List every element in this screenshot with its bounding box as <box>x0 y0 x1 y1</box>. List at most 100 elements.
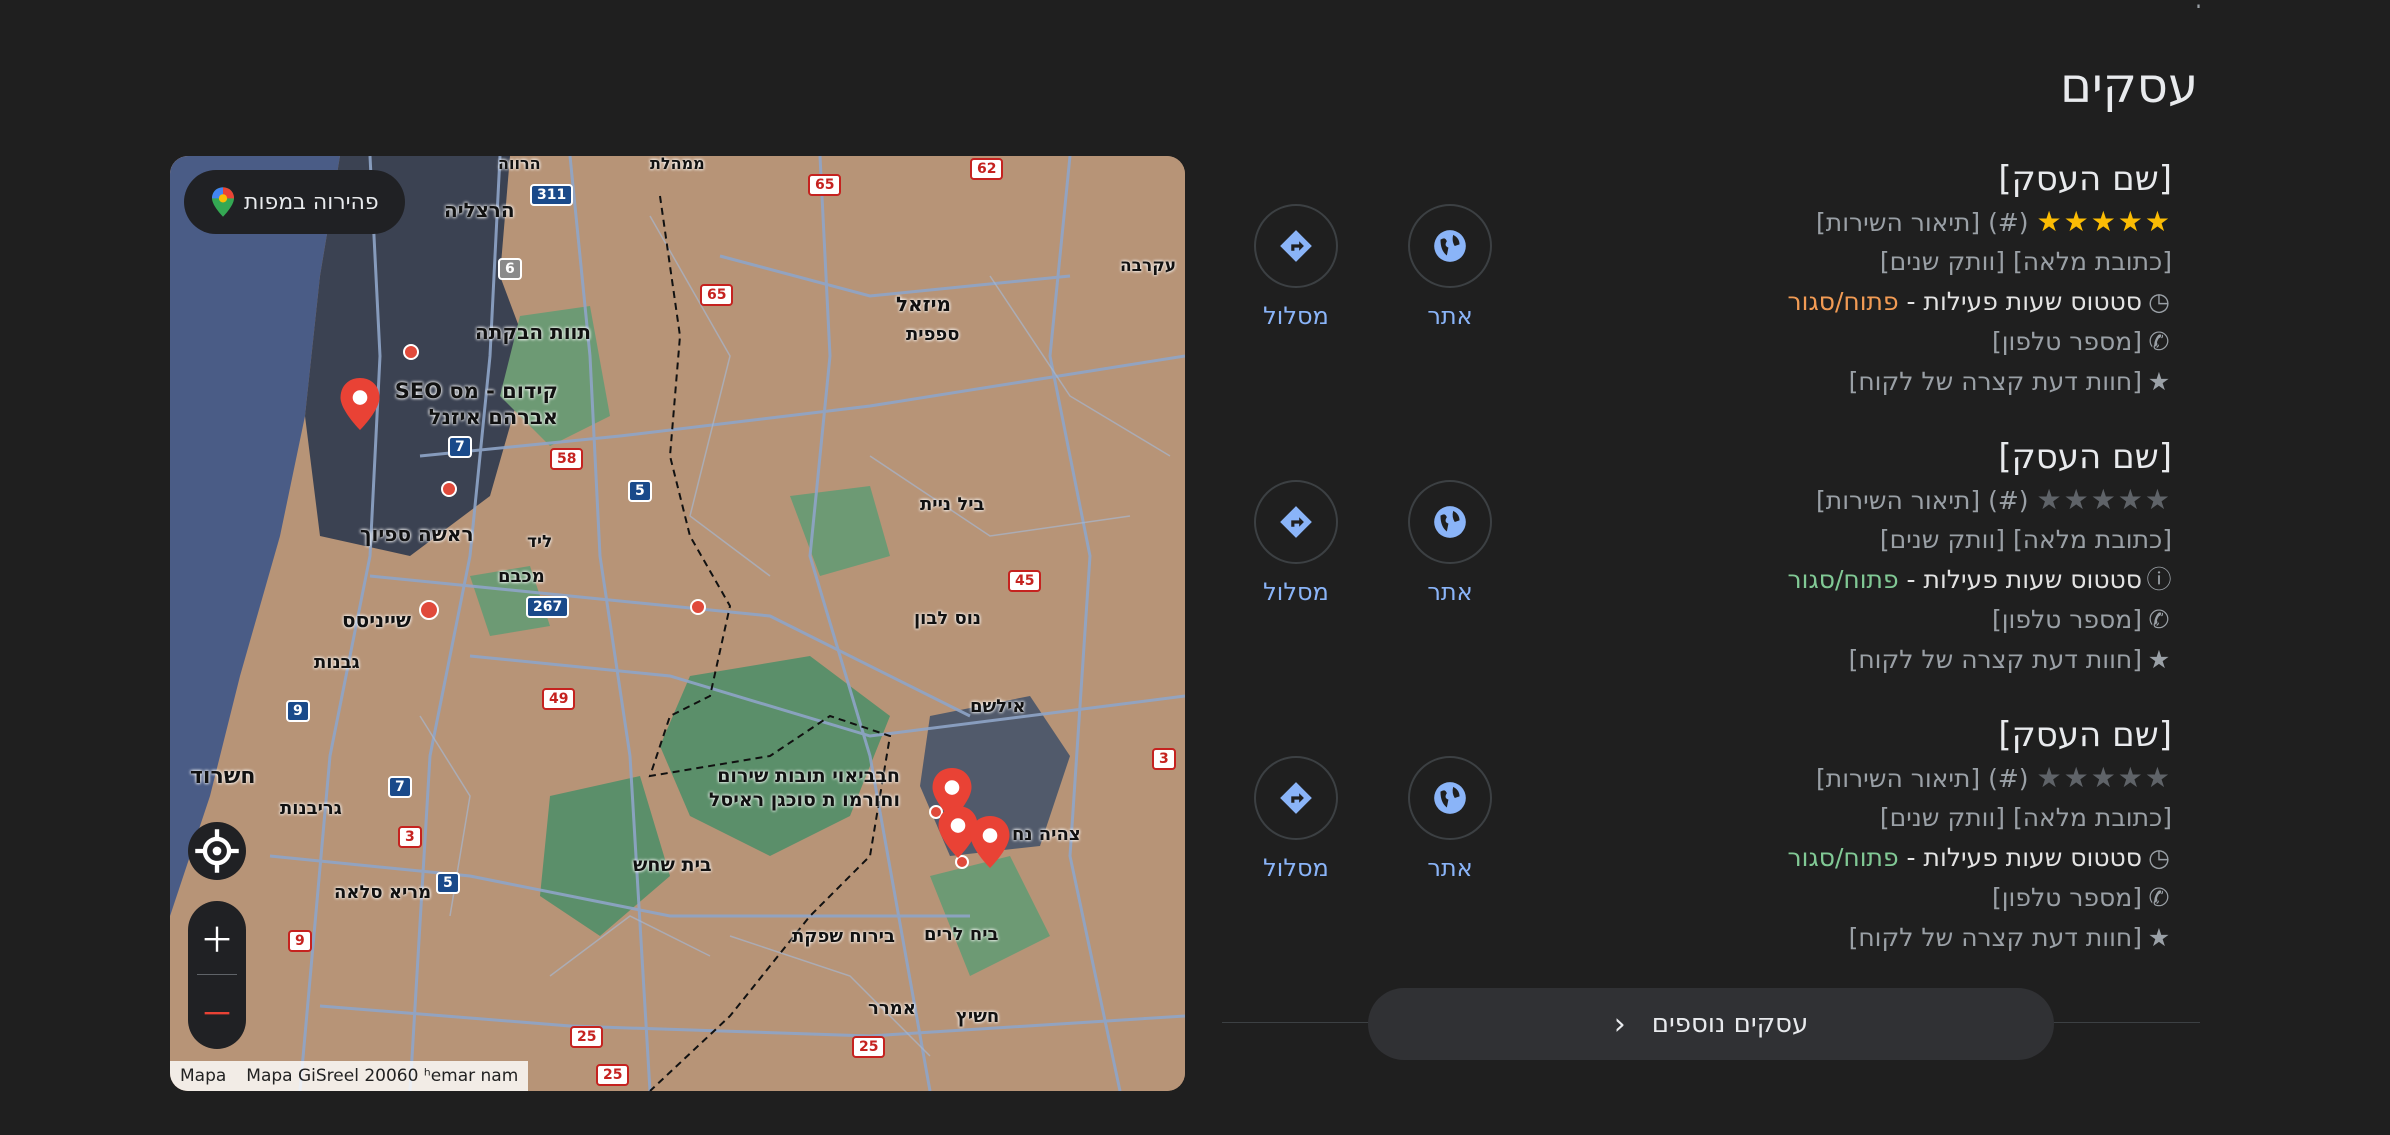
map[interactable]: הרווה ממהלת הרצליה תוות הבקתה קידום - מס… <box>170 156 1185 1091</box>
review-text: [חוות דעת קצרה של לקוח] <box>1848 367 2142 396</box>
review-row: ★[חוות דעת קצרה של לקוח] <box>1652 640 2172 680</box>
website-label: אתר <box>1427 302 1473 330</box>
more-businesses-button[interactable]: עסקים נוספים ‹ <box>1368 988 2054 1060</box>
hours-row: ◷סטטוס שעות פעילות - פתוח/סגור <box>1652 838 2172 878</box>
phone-row: ✆[מספר טלפון] <box>1652 600 2172 640</box>
star-icon: ★ <box>2147 923 2171 952</box>
zoom-out-button[interactable]: － <box>188 975 246 1048</box>
road-shield: 25 <box>596 1064 630 1086</box>
business-listing[interactable]: [שם העסק] ★★★★★ (#) [תיאור השירות] [כתוב… <box>1652 434 2172 680</box>
place-label: חבביאוי תובות שירום וחורמו ת סוכגן ראיסל <box>708 765 900 811</box>
road-shield: 5 <box>436 872 460 894</box>
directions-icon <box>1280 782 1312 814</box>
road-shield: 65 <box>700 284 734 306</box>
rating-text: (#) [תיאור השירות] <box>1816 486 2029 515</box>
clock-icon: ◷ <box>2148 843 2170 872</box>
place-label: בירוח שפקת <box>792 926 895 947</box>
phone-icon: ✆ <box>2148 883 2170 912</box>
phone-icon: ✆ <box>2148 327 2170 356</box>
business-name[interactable]: [שם העסק] <box>1652 434 2172 480</box>
website-button[interactable]: אתר <box>1402 480 1498 606</box>
road-shield: 58 <box>550 448 584 470</box>
road-shield: 9 <box>288 930 312 952</box>
star-icon: ★ <box>2147 645 2171 674</box>
place-label: קידום - מס SEO אברהם איזנל <box>394 379 558 429</box>
place-label: ראשה ספיוך <box>360 522 474 546</box>
business-name[interactable]: [שם העסק] <box>1652 712 2172 758</box>
place-label: אמרר <box>868 998 916 1019</box>
road-shield: 3 <box>1152 748 1176 770</box>
business-listing[interactable]: [שם העסק] ★★★★★ (#) [תיאור השירות] [כתוב… <box>1652 156 2172 402</box>
road-shield: 25 <box>852 1036 886 1058</box>
phone-number[interactable]: [מספר טלפון] <box>1992 605 2142 634</box>
place-label: נוס לבון <box>914 608 982 629</box>
website-button[interactable]: אתר <box>1402 204 1498 330</box>
place-label: מיזאל <box>896 292 952 316</box>
more-businesses-label: עסקים נוספים <box>1651 1009 1809 1039</box>
road-shield: 65 <box>808 174 842 196</box>
place-label: מריא סלאה <box>334 882 432 903</box>
place-label: הרווה <box>498 156 541 173</box>
listing-actions: מסלול אתר <box>1248 480 1492 630</box>
review-row: ★[חוות דעת קצרה של לקוח] <box>1652 918 2172 958</box>
place-label: חשיץ <box>956 1006 1000 1027</box>
route-label: מסלול <box>1263 302 1329 330</box>
route-label: מסלול <box>1263 578 1329 606</box>
road-shield: 49 <box>542 688 576 710</box>
info-icon: ⓘ <box>2146 565 2172 594</box>
directions-icon <box>1280 230 1312 262</box>
map-pin-icon[interactable] <box>970 816 1010 868</box>
route-button[interactable]: מסלול <box>1248 756 1344 882</box>
rating-row: ★★★★★ (#) [תיאור השירות] <box>1652 480 2172 520</box>
route-button[interactable]: מסלול <box>1248 480 1344 606</box>
top-strip: למידע נוסף <box>1690 0 2210 8</box>
phone-number[interactable]: [מספר טלפון] <box>1992 327 2142 356</box>
status-value: פתוח/סגור <box>1787 565 1899 594</box>
place-label: ביל ניית <box>920 494 985 515</box>
rating-stars: ★★★★★ <box>2036 761 2172 794</box>
hours-row: ◷סטטוס שעות פעילות - פתוח/סגור <box>1652 282 2172 322</box>
route-button[interactable]: מסלול <box>1248 204 1344 330</box>
rating-text: (#) [תיאור השירות] <box>1816 208 2029 237</box>
open-in-maps-label: פהירוה במפות <box>244 189 379 215</box>
place-label: מכבם <box>498 566 545 587</box>
status-value: פתוח/סגור <box>1787 287 1899 316</box>
place-label: בית שחש <box>633 854 712 876</box>
road-shield: 62 <box>970 158 1004 180</box>
place-label: צהיה נח <box>1012 824 1081 845</box>
website-button[interactable]: אתר <box>1402 756 1498 882</box>
business-name[interactable]: [שם העסק] <box>1652 156 2172 202</box>
open-in-maps-button[interactable]: פהירוה במפות <box>184 170 405 234</box>
place-label: גבנות <box>314 652 360 673</box>
status-value: פתוח/סגור <box>1787 843 1899 872</box>
globe-icon <box>1434 230 1466 262</box>
place-label: שייניסס <box>342 608 412 632</box>
star-icon: ★ <box>2147 367 2171 396</box>
road-shield: 9 <box>286 700 310 722</box>
directions-icon <box>1280 506 1312 538</box>
road-shield: 6 <box>498 258 522 280</box>
address: [כתובת מלאה] [וותק שנים] <box>1879 525 2172 554</box>
status-label: סטטוס שעות פעילות - <box>1898 565 2142 594</box>
place-label: תוות הבקתה <box>475 320 592 344</box>
place-label: ממהלת <box>650 156 705 173</box>
review-text: [חוות דעת קצרה של לקוח] <box>1848 645 2142 674</box>
place-label: ביח לרים <box>924 924 999 945</box>
rating-row: ★★★★★ (#) [תיאור השירות] <box>1652 202 2172 242</box>
my-location-button[interactable] <box>188 822 246 880</box>
zoom-in-button[interactable]: ＋ <box>188 901 246 974</box>
phone-number[interactable]: [מספר טלפון] <box>1992 883 2142 912</box>
road-shield: 7 <box>388 776 412 798</box>
business-listing[interactable]: [שם העסק] ★★★★★ (#) [תיאור השירות] [כתוב… <box>1652 712 2172 958</box>
clock-icon: ◷ <box>2148 287 2170 316</box>
attribution-text[interactable]: Mapa <box>180 1061 226 1091</box>
map-pin-icon[interactable] <box>340 378 380 430</box>
phone-icon: ✆ <box>2148 605 2170 634</box>
map-canvas[interactable] <box>170 156 1185 1091</box>
maps-pin-icon <box>212 187 234 217</box>
address: [כתובת מלאה] [וותק שנים] <box>1879 803 2172 832</box>
phone-row: ✆[מספר טלפון] <box>1652 878 2172 918</box>
place-label: ספפית <box>906 324 960 345</box>
phone-row: ✆[מספר טלפון] <box>1652 322 2172 362</box>
review-row: ★[חוות דעת קצרה של לקוח] <box>1652 362 2172 402</box>
